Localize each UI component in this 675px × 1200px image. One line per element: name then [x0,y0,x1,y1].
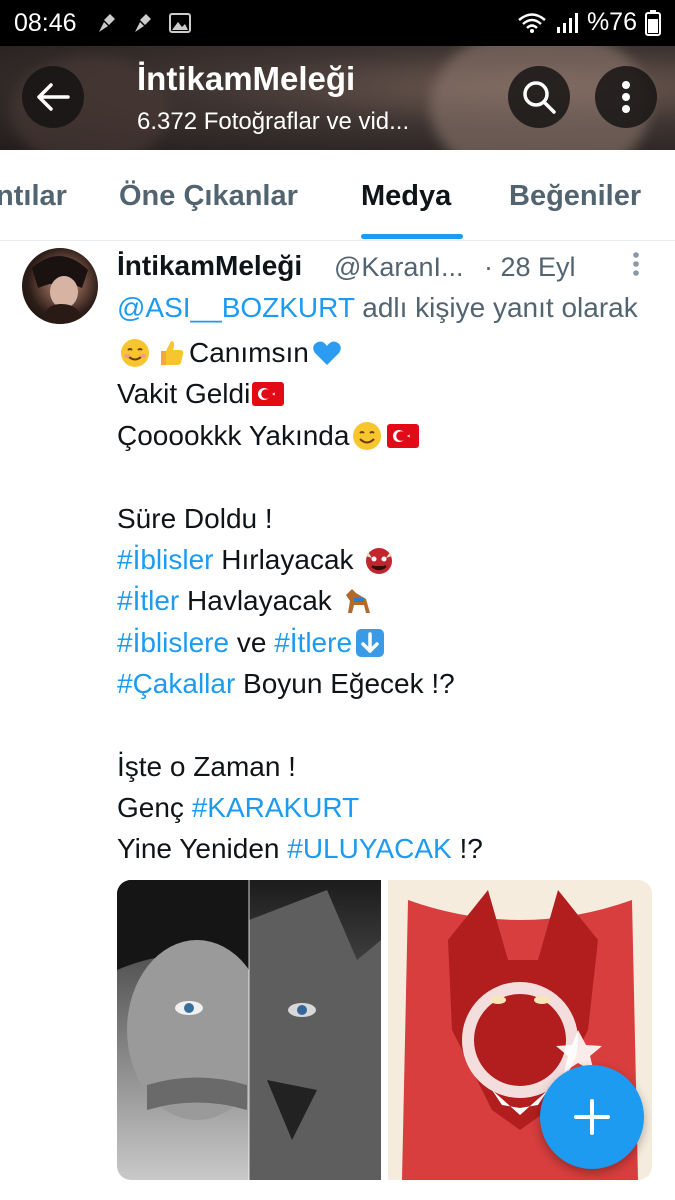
plus-icon [574,1099,610,1135]
tweet-line-1: Canımsın [189,337,309,368]
broom-icon [99,14,115,32]
tweet-line: #İtler Havlayacak [117,585,376,617]
tweet-line-text: Boyun Eğecek !? [235,668,455,699]
reply-mention-link[interactable]: @ASI__BOZKURT [117,292,354,323]
tweet-author-name[interactable]: İntikamMeleği [117,250,302,282]
wifi-icon [518,12,546,33]
search-button[interactable] [508,66,570,128]
reply-context-text: adlı kişiye yanıt olarak [354,292,638,323]
more-vertical-icon [622,81,630,113]
tweet-line: #İblisler Hırlayacak [117,544,397,576]
hashtag-link[interactable]: #İblislere [117,627,229,659]
active-tab-indicator [361,234,463,239]
tweet-line: #Çakallar Boyun Eğecek !? [117,668,455,700]
thumbs-up-emoji-icon [161,341,184,365]
tweet-line: Vakit Geldi [117,378,286,410]
service-dog-emoji-icon [345,589,370,613]
tab-media[interactable]: Medya [361,180,451,213]
ogre-emoji-icon [366,548,393,574]
profile-title: İntikamMeleği [137,60,356,97]
tweet-line-text: Genç [117,792,192,823]
status-bar: 08:46 %76 [0,0,675,46]
profile-header: İntikamMeleği 6.372 Fotoğraflar ve vid..… [0,46,675,150]
tweet-line: Canımsın [117,337,345,369]
avatar[interactable] [22,248,98,324]
turkey-flag-emoji-icon [252,382,285,406]
status-time: 08:46 [14,9,77,37]
hashtag-link[interactable]: #İtler [117,585,179,617]
more-options-button[interactable] [595,66,657,128]
smiling-face-emoji-icon [353,422,382,450]
tweet-line: #İblislere ve #İtlere [117,627,388,659]
search-icon [523,81,556,114]
turkey-flag-emoji-icon [387,424,420,448]
profile-tabs: ıntılar Öne Çıkanlar Medya Beğeniler [0,150,675,241]
tweet-line-9: İşte o Zaman ! [117,751,296,782]
tab-replies[interactable]: ıntılar [0,180,67,213]
battery-icon [645,9,661,36]
tweet-line: Genç #KARAKURT [117,792,359,824]
hashtag-link[interactable]: #ULUYACAK [287,833,451,865]
tweet-more-icon[interactable] [626,250,646,280]
broom-icon [135,14,151,32]
battery-percent: %76 [586,8,637,36]
tweet-line: Yine Yeniden #ULUYACAK !? [117,833,483,865]
hashtag-link[interactable]: #İtlere [274,627,352,659]
tab-highlights[interactable]: Öne Çıkanlar [119,180,298,213]
back-button[interactable] [22,66,84,128]
smiling-face-emoji-icon [121,339,149,367]
back-arrow-icon [37,83,70,111]
tweet-line-4: Süre Doldu ! [117,503,273,534]
tweet-author-handle[interactable]: @KaranI... [334,252,463,283]
tab-likes[interactable]: Beğeniler [509,180,641,213]
tweet-line-text: ve [229,627,275,658]
tweet-line: İşte o Zaman ! [117,751,296,783]
tweet-line: Çooookkk Yakında [117,420,421,452]
tweet-line-text: !? [451,833,483,864]
status-right: %76 [517,8,661,37]
blue-heart-emoji-icon [313,341,341,365]
hashtag-link[interactable]: #Çakallar [117,668,235,700]
tweet-media-image-1[interactable] [117,880,381,1180]
tweet-line-3: Çooookkk Yakında [117,420,350,451]
down-arrow-emoji-icon [356,629,385,657]
compose-tweet-button[interactable] [540,1065,644,1169]
tweet-line: Süre Doldu ! [117,503,273,535]
reply-context: @ASI__BOZKURT adlı kişiye yanıt olarak [117,292,638,324]
hashtag-link[interactable]: #İblisler [117,544,213,576]
hashtag-link[interactable]: #KARAKURT [192,792,360,824]
tweet-line-text: Havlayacak [179,585,340,616]
tweet-date[interactable]: · 28 Eyl [484,252,576,283]
signal-icon [556,12,578,33]
image-icon [169,13,191,33]
portrait-wolf-image [117,880,381,1180]
tweet-line-text: Hırlayacak [213,544,362,575]
tweet-line-2: Vakit Geldi [117,378,251,409]
tweet-line-text: Yine Yeniden [117,833,288,864]
profile-subtitle: 6.372 Fotoğraflar ve vid... [137,108,410,135]
